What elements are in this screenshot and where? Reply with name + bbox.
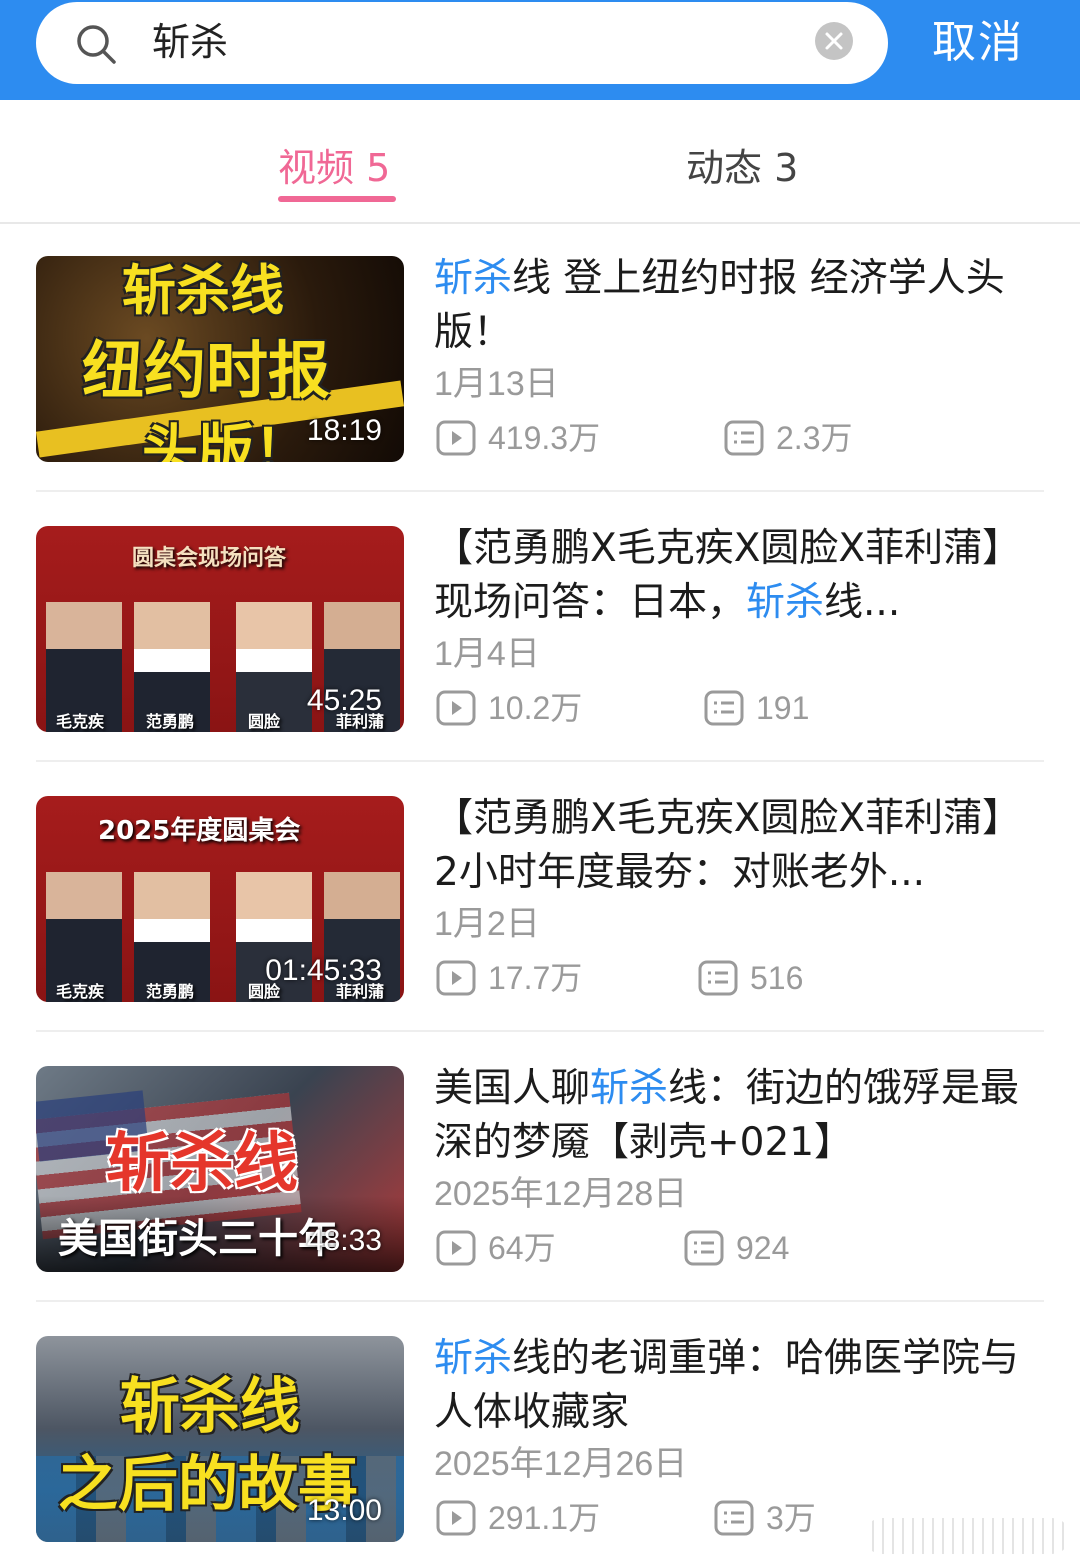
comment-count-icon — [684, 1230, 724, 1266]
video-thumbnail[interactable]: 圆桌会现场问答 毛克疾 范勇鹏 圆脸 菲利蒲 45:25 — [36, 526, 404, 732]
thumbnail-caption: 范勇鹏 — [146, 712, 195, 731]
comment-count-icon — [698, 960, 738, 996]
thumbnail-caption: 斩杀线 — [122, 259, 284, 322]
thumbnail-caption: 毛克疾 — [56, 712, 105, 731]
video-thumbnail[interactable]: 斩杀线 美国街头三十年 48:33 — [36, 1066, 404, 1272]
thumbnail-caption: 美国街头三十年 — [58, 1216, 338, 1262]
play-count-icon — [436, 960, 476, 996]
video-date: 2025年12月28日 — [434, 1175, 688, 1213]
video-result-item[interactable]: 斩杀线 美国街头三十年 48:33 美国人聊斩杀线：街边的饿殍是最深的梦魇【剥壳… — [36, 1032, 1044, 1302]
thumbnail-caption: 毛克疾 — [56, 982, 105, 1001]
thumbnail-caption: 斩杀线 — [106, 1127, 298, 1201]
video-title[interactable]: 【范勇鹏X毛克疾X圆脸X菲利蒲】现场问答：日本，斩杀线... — [434, 522, 1044, 630]
video-duration: 18:19 — [306, 414, 382, 447]
video-date: 1月13日 — [434, 365, 559, 403]
tab-videos[interactable]: 视频 5 — [278, 144, 396, 202]
thumbnail-caption: 2025年度圆桌会 — [98, 816, 301, 846]
video-title[interactable]: 斩杀线的老调重弹：哈佛医学院与人体收藏家 — [434, 1332, 1044, 1440]
tab-posts-label: 动态 3 — [686, 146, 799, 190]
title-text: 【范勇鹏X毛克疾X圆脸X菲利蒲】现场问答：日本， — [434, 526, 1022, 625]
title-text: 线 登上纽约时报 经济学人头版！ — [434, 256, 1005, 355]
search-results-page: 斩杀 取消 视频 5 动态 3 斩杀线 纽约时报 头版！ 18:19 斩杀线 登… — [0, 0, 1080, 1561]
video-duration: 45:25 — [306, 684, 382, 717]
video-date: 2025年12月26日 — [434, 1445, 688, 1483]
view-count-value: 17.7万 — [488, 960, 583, 996]
thumbnail-caption: 斩杀线 — [120, 1372, 300, 1442]
video-result-item[interactable]: 2025年度圆桌会 毛克疾 范勇鹏 圆脸 菲利蒲 01:45:33 【范勇鹏X毛… — [36, 762, 1044, 1032]
title-text: 【范勇鹏X毛克疾X圆脸X菲利蒲】2小时年度最夯：对账老外... — [434, 796, 1022, 895]
play-count-icon — [436, 1500, 476, 1536]
video-result-item[interactable]: 斩杀线 纽约时报 头版！ 18:19 斩杀线 登上纽约时报 经济学人头版！ 1月… — [36, 222, 1044, 492]
view-count-value: 64万 — [488, 1230, 556, 1266]
video-title[interactable]: 【范勇鹏X毛克疾X圆脸X菲利蒲】2小时年度最夯：对账老外... — [434, 792, 1044, 900]
play-count-icon — [436, 1230, 476, 1266]
search-icon — [77, 25, 116, 64]
active-tab-indicator — [278, 196, 396, 202]
video-thumbnail[interactable]: 斩杀线 之后的故事 13:00 — [36, 1336, 404, 1542]
comment-count-value: 924 — [736, 1230, 790, 1266]
cancel-button[interactable]: 取消 — [932, 14, 1024, 72]
title-text: 美国人聊 — [434, 1066, 591, 1111]
video-date: 1月4日 — [434, 635, 540, 673]
thumbnail-caption: 圆桌会现场问答 — [132, 546, 287, 571]
comment-count-icon — [714, 1500, 754, 1536]
thumbnail-caption: 头版！ — [142, 419, 310, 462]
title-highlight: 斩杀 — [590, 1066, 669, 1111]
play-count-icon — [436, 420, 476, 456]
search-query-text[interactable]: 斩杀 — [152, 18, 228, 66]
video-result-item[interactable]: 圆桌会现场问答 毛克疾 范勇鹏 圆脸 菲利蒲 45:25 【范勇鹏X毛克疾X圆脸… — [36, 492, 1044, 762]
title-text: 线... — [824, 580, 901, 625]
video-thumbnail[interactable]: 斩杀线 纽约时报 头版！ 18:19 — [36, 256, 404, 462]
video-date: 1月2日 — [434, 905, 540, 943]
title-highlight: 斩杀 — [746, 580, 825, 625]
comment-count-icon — [704, 690, 744, 726]
comment-count-value: 2.3万 — [776, 420, 853, 456]
video-duration: 13:00 — [306, 1494, 382, 1527]
video-duration: 48:33 — [306, 1224, 382, 1257]
thumbnail-caption: 范勇鹏 — [146, 982, 195, 1001]
play-count-icon — [436, 690, 476, 726]
video-title[interactable]: 美国人聊斩杀线：街边的饿殍是最深的梦魇【剥壳+021】 — [434, 1062, 1044, 1170]
result-tabs: 视频 5 动态 3 — [0, 100, 1080, 224]
video-thumbnail[interactable]: 2025年度圆桌会 毛克疾 范勇鹏 圆脸 菲利蒲 01:45:33 — [36, 796, 404, 1002]
video-duration: 01:45:33 — [265, 954, 382, 987]
clear-icon[interactable] — [815, 22, 853, 60]
title-highlight: 斩杀 — [434, 256, 513, 301]
view-count-value: 419.3万 — [488, 420, 601, 456]
title-highlight: 斩杀 — [434, 1336, 513, 1381]
thumbnail-caption: 纽约时报 — [82, 334, 331, 407]
view-count-value: 10.2万 — [488, 690, 583, 726]
comment-count-value: 3万 — [766, 1500, 816, 1536]
video-title[interactable]: 斩杀线 登上纽约时报 经济学人头版！ — [434, 252, 1044, 360]
comment-count-value: 516 — [750, 960, 804, 996]
comment-count-icon — [724, 420, 764, 456]
search-header: 斩杀 取消 — [0, 0, 1080, 100]
tab-videos-label: 视频 5 — [278, 146, 391, 190]
scroll-indicator[interactable] — [864, 1518, 1070, 1554]
comment-count-value: 191 — [756, 690, 810, 726]
view-count-value: 291.1万 — [488, 1500, 601, 1536]
tab-posts[interactable]: 动态 3 — [686, 144, 798, 192]
thumbnail-caption: 圆脸 — [248, 712, 281, 731]
title-text: 线的老调重弹：哈佛医学院与人体收藏家 — [434, 1336, 1020, 1435]
